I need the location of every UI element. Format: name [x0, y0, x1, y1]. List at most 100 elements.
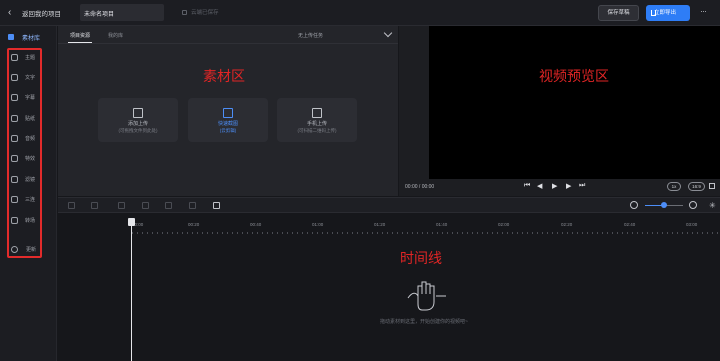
delete-icon[interactable]: [142, 202, 149, 209]
playhead-line[interactable]: [131, 218, 132, 361]
empty-timeline-hint: 拖动素材到这里，开始创建你的视频吧~: [380, 319, 468, 325]
ruler-tick-label: 00:20: [188, 222, 200, 227]
rewind-icon[interactable]: ◀: [537, 182, 542, 190]
timeline-region-label: 时间线: [400, 251, 442, 267]
skip-start-icon[interactable]: ⏮: [524, 182, 530, 190]
chevron-down-icon[interactable]: [383, 28, 393, 38]
sidebar-item-transition[interactable]: 转场: [9, 214, 40, 227]
sidebar-item-triple[interactable]: 三连: [9, 193, 40, 206]
export-button[interactable]: 立即导出: [646, 5, 690, 21]
local-upload-card[interactable]: 添加上传 (可拖拽文件到此处): [98, 98, 178, 142]
transition-icon: [11, 217, 18, 224]
mirror-icon[interactable]: [189, 202, 196, 209]
quick-capture-card[interactable]: 快速截图 (云剪辑): [188, 98, 268, 142]
ruler-tick-label: 01:00: [312, 222, 324, 227]
card-subtitle: (可拖拽文件到此处): [118, 128, 158, 133]
upload-icon: [133, 108, 143, 118]
sidebar-item-audio[interactable]: 音频: [9, 132, 40, 145]
back-to-projects-link[interactable]: 返回我的项目: [22, 8, 61, 18]
library-icon: [8, 34, 14, 40]
save-status-text: 云端已保存: [191, 10, 219, 16]
sidebar-update-label: 更新: [26, 247, 37, 253]
forward-icon[interactable]: ▶: [566, 182, 571, 190]
ruler-tick-label: 01:20: [374, 222, 386, 227]
sidebar-item-label: 字幕: [25, 95, 36, 101]
play-icon[interactable]: ▶: [552, 182, 557, 190]
export-icon: [651, 10, 656, 16]
subtitle-icon: [11, 94, 18, 101]
folder-icon: [223, 108, 233, 118]
sidebar-item-filter[interactable]: 滤镜: [9, 173, 40, 186]
save-status: 云端已保存: [182, 8, 219, 16]
sidebar-item-label: 贴纸: [25, 116, 36, 122]
sidebar-item-subtitle[interactable]: 字幕: [9, 91, 40, 104]
speed-toggle[interactable]: 1x: [667, 182, 681, 191]
preview-controls: 00:00 / 00:00 ⏮ ◀ ▶ ▶ ⏭ 1x 16:9: [399, 179, 720, 196]
material-panel: 项目资源 我的库 无上传任务 素材区 添加上传 (可拖拽文件到此处) 快速截图 …: [58, 26, 398, 196]
material-tabs: 项目资源 我的库 无上传任务: [58, 26, 398, 44]
sidebar-item-label: 文字: [25, 75, 36, 81]
sidebar-item-theme[interactable]: 主题: [9, 51, 40, 64]
sidebar-header-label: 素材库: [22, 35, 41, 42]
playhead-handle[interactable]: [128, 218, 135, 226]
material-region-label: 素材区: [203, 69, 245, 85]
zoom-out-icon[interactable]: [630, 201, 638, 209]
ruler-tick-label: 02:40: [624, 222, 636, 227]
sidebar-item-text[interactable]: 文字: [9, 71, 40, 84]
sidebar-item-label: 音频: [25, 136, 36, 142]
save-draft-button[interactable]: 保存草稿: [598, 5, 639, 21]
total-time: 00:00: [421, 184, 435, 190]
split-icon[interactable]: [118, 202, 125, 209]
crop-icon[interactable]: [165, 202, 172, 209]
skip-end-icon[interactable]: ⏭: [579, 182, 585, 190]
ruler-ticks: [132, 232, 720, 234]
sidebar-item-update[interactable]: 更新: [11, 246, 36, 253]
phone-upload-card[interactable]: 手机上传 (可扫描二维码上传): [277, 98, 357, 142]
tab-project-resources[interactable]: 项目资源: [70, 32, 90, 39]
sidebar-item-effect[interactable]: 特效: [9, 152, 40, 165]
ruler-tick-label: 02:00: [498, 222, 510, 227]
preview-time: 00:00 / 00:00: [405, 184, 435, 190]
timeline-settings-icon[interactable]: ✳: [709, 201, 716, 210]
fullscreen-icon[interactable]: [709, 183, 715, 189]
aspect-ratio-toggle[interactable]: 16:9: [688, 182, 705, 191]
tab-my-library[interactable]: 我的库: [108, 32, 123, 39]
ruler-tick-label: 01:40: [436, 222, 448, 227]
sidebar-item-sticker[interactable]: 贴纸: [9, 112, 40, 125]
settings-icon: [11, 246, 18, 253]
sidebar-item-label: 特效: [25, 156, 36, 162]
text-icon: [11, 74, 18, 81]
cloud-icon: [182, 10, 187, 15]
upload-tasks-dropdown[interactable]: 无上传任务: [298, 32, 323, 39]
ruler-tick-label: 00:40: [250, 222, 262, 227]
drag-hand-icon: [407, 281, 446, 311]
sidebar-header[interactable]: 素材库: [8, 32, 40, 42]
timeline[interactable]: 00:00 00:20 00:40 01:00 01:20 01:40 02:0…: [58, 214, 720, 361]
sticker-icon: [11, 115, 18, 122]
active-tab-indicator: [68, 42, 92, 43]
sidebar: 素材库 主题 文字 字幕 贴纸 音频 特效 滤镜 三连 转场 更新: [0, 26, 57, 361]
redo-icon[interactable]: [91, 202, 98, 209]
preview-panel: 视频预览区 00:00 / 00:00 ⏮ ◀ ▶ ▶ ⏭ 1x 16:9: [399, 26, 720, 196]
project-title-input[interactable]: 未命名项目: [80, 4, 164, 21]
back-arrow-icon[interactable]: ‹: [8, 7, 18, 19]
thumbs-up-icon: [11, 196, 18, 203]
sidebar-item-label: 三连: [25, 197, 36, 203]
time-ruler[interactable]: 00:00 00:20 00:40 01:00 01:20 01:40 02:0…: [58, 214, 720, 234]
top-bar: ‹ 返回我的项目 未命名项目 云端已保存 保存草稿 立即导出 ···: [0, 0, 720, 26]
sidebar-item-label: 滤镜: [25, 177, 36, 183]
ruler-tick-label: 03:00: [686, 222, 698, 227]
more-icon[interactable]: ···: [700, 6, 707, 16]
export-button-label: 立即导出: [654, 10, 677, 16]
undo-icon[interactable]: [68, 202, 75, 209]
current-time: 00:00: [405, 184, 418, 190]
theme-icon: [11, 54, 18, 61]
media-icon[interactable]: [213, 202, 220, 209]
zoom-in-icon[interactable]: [689, 201, 697, 209]
sidebar-item-label: 转场: [25, 218, 36, 224]
card-title: 手机上传: [306, 121, 327, 127]
zoom-slider-knob[interactable]: [661, 202, 667, 208]
effect-icon: [11, 155, 18, 162]
filter-icon: [11, 176, 18, 183]
card-subtitle: (可扫描二维码上传): [297, 128, 337, 133]
